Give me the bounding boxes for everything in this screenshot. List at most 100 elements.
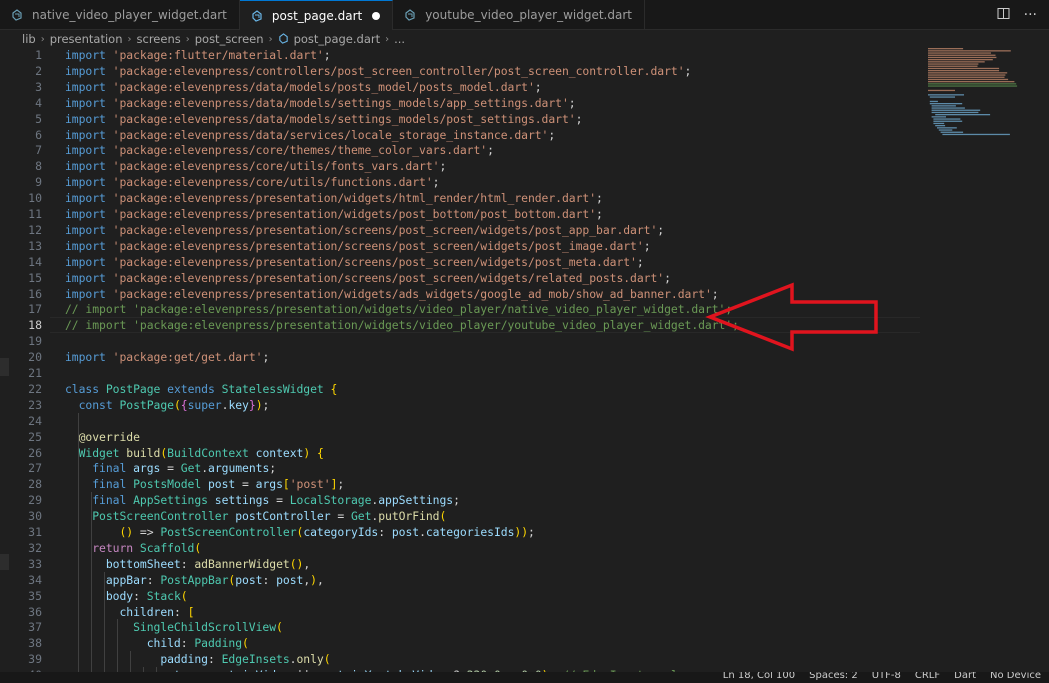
minimap-line (940, 131, 964, 133)
code-editor[interactable]: 1 import 'package:flutter/material.dart';… (0, 46, 1049, 672)
minimap-line (928, 85, 1018, 87)
minimap-line (928, 72, 1008, 74)
code-line[interactable]: 33 bottomSheet: adBannerWidget(), (0, 556, 920, 572)
code-text: import 'package:get/get.dart'; (65, 350, 270, 365)
chevron-right-icon: › (268, 33, 273, 45)
code-line[interactable]: 24 (0, 413, 920, 429)
line-number: 34 (28, 572, 42, 587)
line-number: 35 (28, 588, 42, 603)
split-editor-icon[interactable] (997, 7, 1010, 24)
status-language[interactable]: Dart (954, 672, 976, 681)
code-text: const PostPage({super.key}); (78, 397, 270, 412)
line-number: 20 (28, 350, 42, 365)
minimap-line (929, 103, 963, 105)
code-line[interactable]: 29 final AppSettings settings = LocalSto… (0, 492, 920, 508)
more-actions-icon[interactable]: ··· (1024, 7, 1037, 23)
code-line[interactable]: 31 () => PostScreenController(categoryId… (0, 524, 920, 540)
line-number: 39 (28, 652, 42, 667)
dart-file-icon (403, 8, 417, 22)
code-line[interactable]: 35 body: Stack( (0, 588, 920, 604)
minimap-line (928, 65, 978, 67)
code-text: import 'package:flutter/material.dart'; (65, 48, 331, 62)
line-number: 5 (35, 111, 42, 126)
code-text: import 'package:elevenpress/data/models/… (65, 79, 542, 94)
indent-guide (78, 412, 79, 672)
editor-tab-bar: native_video_player_widget.dart post_pag… (0, 0, 1049, 30)
code-line[interactable]: 26 Widget build(BuildContext context) { (0, 445, 920, 461)
code-line[interactable]: 23 const PostPage({super.key}); (0, 397, 920, 413)
code-line[interactable]: 6 import 'package:elevenpress/data/servic… (0, 127, 920, 143)
status-indentation[interactable]: Spaces: 2 (809, 672, 858, 681)
line-number: 14 (28, 254, 42, 269)
line-number: 1 (35, 48, 42, 62)
tab-youtube-video-player-widget[interactable]: youtube_video_player_widget.dart (393, 0, 645, 30)
tab-post-page[interactable]: post_page.dart (239, 0, 394, 30)
code-line[interactable]: 13 import 'package:elevenpress/presentati… (0, 238, 920, 254)
code-line[interactable]: 28 final PostsModel post = args['post']; (0, 476, 920, 492)
code-line[interactable]: 37 SingleChildScrollView( (0, 619, 920, 635)
breadcrumb-item[interactable]: post_screen (195, 32, 264, 46)
line-number: 4 (35, 95, 42, 110)
minimap-line (931, 109, 981, 111)
code-line[interactable]: 32 return Scaffold( (0, 540, 920, 556)
line-number: 12 (28, 222, 42, 237)
code-text: return Scaffold( (92, 540, 202, 555)
line-number: 23 (28, 397, 42, 412)
breadcrumb-item[interactable]: presentation (50, 32, 123, 46)
minimap-line (935, 114, 991, 116)
code-line[interactable]: 30 PostScreenController postController =… (0, 508, 920, 524)
breadcrumb-item[interactable]: lib (22, 32, 36, 46)
chevron-right-icon: › (127, 33, 132, 45)
code-line[interactable]: 2 import 'package:elevenpress/controllers… (0, 63, 920, 79)
line-number: 3 (35, 79, 42, 94)
vertical-scrollbar[interactable] (1040, 46, 1049, 672)
code-line[interactable]: 25 @override (0, 429, 920, 445)
dart-file-icon (250, 9, 264, 23)
code-line[interactable]: 8 import 'package:elevenpress/core/utils/… (0, 158, 920, 174)
minimap-line (928, 94, 964, 96)
minimap-line (928, 89, 955, 92)
code-line[interactable]: 14 import 'package:elevenpress/presentati… (0, 254, 920, 270)
code-line[interactable]: 22 class PostPage extends StatelessWidget… (0, 381, 920, 397)
code-line[interactable]: 9 import 'package:elevenpress/core/utils/… (0, 174, 920, 190)
unsaved-changes-dot-icon[interactable] (372, 11, 381, 20)
code-line[interactable]: 1 import 'package:flutter/material.dart'; (0, 47, 920, 63)
status-device[interactable]: No Device (990, 672, 1041, 681)
code-line[interactable]: 12 import 'package:elevenpress/presentati… (0, 222, 920, 238)
tab-label: native_video_player_widget.dart (32, 8, 227, 22)
code-line[interactable]: 7 import 'package:elevenpress/core/themes… (0, 142, 920, 158)
status-encoding[interactable]: UTF-8 (872, 672, 901, 681)
code-line[interactable]: 11 import 'package:elevenpress/presentati… (0, 206, 920, 222)
code-line[interactable]: 21 (0, 365, 920, 381)
code-line[interactable]: 38 child: Padding( (0, 635, 920, 651)
code-text: import 'package:elevenpress/presentation… (65, 238, 651, 253)
line-number: 7 (35, 143, 42, 158)
status-bar: Ln 18, Col 100 Spaces: 2 UTF-8 CRLF Dart… (0, 672, 1049, 683)
code-text: import 'package:elevenpress/core/themes/… (65, 143, 494, 158)
code-line[interactable]: 36 children: [ (0, 604, 920, 620)
breadcrumb-item[interactable]: screens (137, 32, 181, 46)
code-text: bottomSheet: adBannerWidget(), (105, 556, 311, 571)
status-cursor-position[interactable]: Ln 18, Col 100 (723, 672, 795, 681)
line-number: 15 (28, 270, 42, 285)
code-line[interactable]: 3 import 'package:elevenpress/data/models… (0, 79, 920, 95)
minimap[interactable] (925, 46, 1035, 326)
minimap-line (928, 50, 1011, 52)
code-text: () => PostScreenController(categoryIds: … (119, 525, 535, 539)
line-number: 28 (28, 477, 42, 492)
status-eol[interactable]: CRLF (915, 672, 940, 681)
code-text: import 'package:elevenpress/data/service… (65, 127, 556, 142)
code-line[interactable]: 4 import 'package:elevenpress/data/models… (0, 95, 920, 111)
minimap-line (937, 127, 957, 129)
minimap-line (942, 133, 1010, 136)
code-line[interactable]: 5 import 'package:elevenpress/data/models… (0, 111, 920, 127)
code-line[interactable]: 39 padding: EdgeInsets.only( (0, 651, 920, 667)
breadcrumb-item[interactable]: ... (394, 32, 405, 46)
line-number: 6 (35, 127, 42, 142)
code-line[interactable]: 34 appBar: PostAppBar(post: post,), (0, 572, 920, 588)
breadcrumb-item[interactable]: post_page.dart (294, 32, 381, 46)
line-number: 24 (28, 413, 42, 428)
tab-native-video-player-widget[interactable]: native_video_player_widget.dart (0, 0, 240, 30)
code-line[interactable]: 27 final args = Get.arguments; (0, 460, 920, 476)
code-line[interactable]: 10 import 'package:elevenpress/presentati… (0, 190, 920, 206)
